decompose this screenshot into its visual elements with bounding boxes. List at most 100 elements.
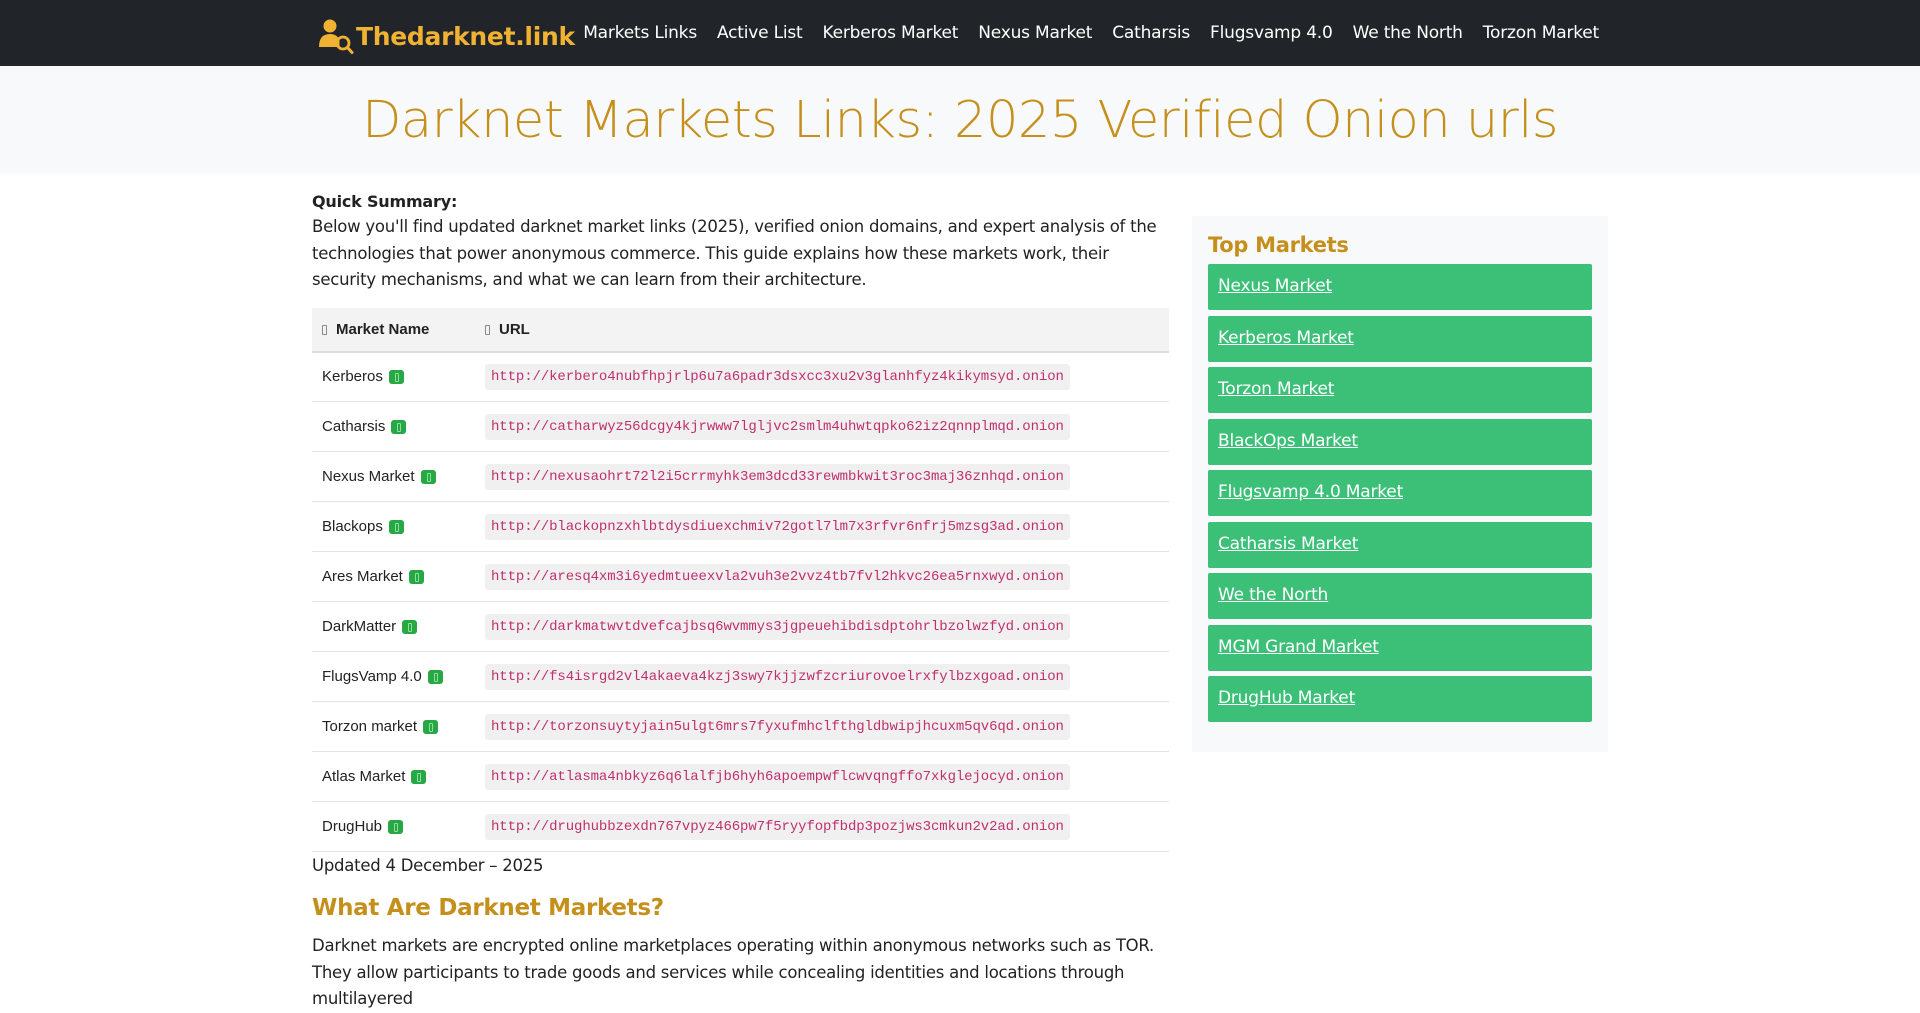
market-name: DarkMatter (322, 618, 397, 635)
sidebar-title: Top Markets (1208, 233, 1349, 257)
url-cell: http://darkmatwvtdvefcajbsq6wvmmys3jgpeu… (475, 601, 1169, 652)
top-markets-sidebar: Top Markets Nexus Market Kerberos Market… (1192, 216, 1608, 752)
nav-menu: Markets Links Active List Kerberos Marke… (563, 0, 1599, 66)
market-name: FlugsVamp 4.0 (322, 668, 422, 685)
market-name: Nexus Market (322, 468, 415, 485)
nav-link-we-the-north[interactable]: We the North (1353, 23, 1463, 43)
nav-link-flugsvamp[interactable]: Flugsvamp 4.0 (1210, 23, 1333, 43)
url-cell: http://kerbero4nubfhpjrlp6u7a6padr3dsxcc… (475, 351, 1169, 402)
market-name: Blackops (322, 518, 383, 535)
column-header-label: URL (499, 320, 530, 338)
market-name-cell: Catharsis (312, 401, 475, 452)
sidebar-link-kerberos-market[interactable]: Kerberos Market (1208, 315, 1592, 362)
sidebar-link-blackops-market[interactable]: BlackOps Market (1208, 418, 1592, 465)
market-name-cell: FlugsVamp 4.0 (312, 651, 475, 702)
verified-badge-icon (388, 520, 404, 535)
url-cell: http://torzonsuytyjain5ulgt6mrs7fyxufmhc… (475, 701, 1169, 752)
verified-badge-icon (391, 420, 407, 435)
verified-badge-icon (388, 370, 404, 385)
sidebar-link-nexus-market[interactable]: Nexus Market (1208, 264, 1592, 310)
url-cell: http://fs4isrgd2vl4akaeva4kzj3swy7kjjzwf… (475, 651, 1169, 702)
nav-link-markets-links[interactable]: Markets Links (583, 23, 697, 43)
sidebar-link-flugsvamp-market[interactable]: Flugsvamp 4.0 Market (1208, 470, 1592, 516)
table-row: Nexus Market http://nexusaohrt72l2i5crrm… (312, 451, 1169, 502)
verified-badge-icon (423, 720, 439, 735)
summary-label: Quick Summary: (312, 192, 458, 211)
url-cell: http://blackopnzxhlbtdysdiuexchmiv72gotl… (475, 501, 1169, 552)
url-cell: http://nexusaohrt72l2i5crrmyhk3em3dcd33r… (475, 451, 1169, 502)
summary-text: Below you'll find updated darknet market… (312, 217, 1157, 289)
market-name-cell: Kerberos (312, 351, 475, 402)
market-name: Atlas Market (322, 768, 406, 785)
onion-url[interactable]: http://blackopnzxhlbtdysdiuexchmiv72gotl… (485, 513, 1070, 540)
sidebar-link-drughub-market[interactable]: DrugHub Market (1208, 676, 1592, 722)
table-row: Atlas Market http://atlasma4nbkyz6q6lalf… (312, 751, 1169, 802)
onion-url[interactable]: http://drughubbzexdn767vpyz466pw7f5ryyfo… (485, 813, 1070, 840)
nav-link-torzon-market[interactable]: Torzon Market (1483, 23, 1599, 43)
market-name-cell: Blackops (312, 501, 475, 552)
section-text: Darknet markets are encrypted online mar… (312, 936, 1155, 1008)
table-row: Kerberos http://kerbero4nubfhpjrlp6u7a6p… (312, 351, 1169, 402)
verified-badge-icon (420, 470, 436, 485)
url-cell: http://atlasma4nbkyz6q6lalfjb6hyh6apoemp… (475, 751, 1169, 802)
hero-banner: Darknet Markets Links: 2025 Verified Oni… (0, 66, 1920, 174)
column-header-label: Market Name (336, 320, 430, 338)
markets-table: Market Name URL Kerberos http://kerbero4… (312, 307, 1169, 852)
verified-badge-icon (411, 770, 427, 785)
table-row: Torzon market http://torzonsuytyjain5ulg… (312, 701, 1169, 752)
url-cell: http://catharwyz56dcgy4kjrwww7lgljvc2sml… (475, 401, 1169, 452)
user-search-icon (318, 17, 354, 55)
sort-icon (485, 324, 490, 335)
brand-link[interactable]: Thedarknet.link (318, 17, 575, 55)
sort-icon (322, 324, 327, 335)
column-header-url[interactable]: URL (475, 307, 1169, 353)
nav-link-nexus-market[interactable]: Nexus Market (978, 23, 1092, 43)
market-name-cell: DrugHub (312, 801, 475, 852)
market-name-cell: DarkMatter (312, 601, 475, 652)
updated-date: Updated 4 December – 2025 (312, 856, 544, 875)
market-name: DrugHub (322, 818, 383, 835)
verified-badge-icon (402, 620, 418, 635)
market-name: Ares Market (322, 568, 403, 585)
url-cell: http://aresq4xm3i6yedmtueexvla2vuh3e2vvz… (475, 551, 1169, 602)
verified-badge-icon (408, 570, 424, 585)
table-header-row: Market Name URL (312, 307, 1169, 353)
sidebar-link-we-the-north[interactable]: We the North (1208, 573, 1592, 619)
verified-badge-icon (388, 820, 404, 835)
brand-name: Thedarknet.link (356, 21, 575, 51)
table-row: DrugHub http://drughubbzexdn767vpyz466pw… (312, 801, 1169, 852)
nav-link-catharsis[interactable]: Catharsis (1112, 23, 1190, 43)
onion-url[interactable]: http://catharwyz56dcgy4kjrwww7lgljvc2sml… (485, 413, 1070, 440)
page-title: Darknet Markets Links: 2025 Verified Oni… (362, 90, 1558, 150)
table-row: Catharsis http://catharwyz56dcgy4kjrwww7… (312, 401, 1169, 452)
table-row: DarkMatter http://darkmatwvtdvefcajbsq6w… (312, 601, 1169, 652)
market-name-cell: Ares Market (312, 551, 475, 602)
onion-url[interactable]: http://nexusaohrt72l2i5crrmyhk3em3dcd33r… (485, 463, 1070, 490)
market-name-cell: Atlas Market (312, 751, 475, 802)
column-header-market-name[interactable]: Market Name (312, 307, 475, 353)
onion-url[interactable]: http://kerbero4nubfhpjrlp6u7a6padr3dsxcc… (485, 363, 1070, 390)
market-name: Kerberos (322, 368, 383, 386)
market-name-cell: Torzon market (312, 701, 475, 752)
market-name: Torzon market (322, 718, 418, 735)
verified-badge-icon (427, 670, 443, 685)
market-name: Catharsis (322, 418, 386, 435)
nav-link-kerberos-market[interactable]: Kerberos Market (823, 23, 959, 43)
onion-url[interactable]: http://darkmatwvtdvefcajbsq6wvmmys3jgpeu… (485, 613, 1070, 640)
nav-link-active-list[interactable]: Active List (717, 23, 803, 43)
onion-url[interactable]: http://aresq4xm3i6yedmtueexvla2vuh3e2vvz… (485, 563, 1070, 590)
onion-url[interactable]: http://fs4isrgd2vl4akaeva4kzj3swy7kjjzwf… (485, 663, 1070, 690)
sidebar-link-catharsis-market[interactable]: Catharsis Market (1208, 521, 1592, 568)
sidebar-link-torzon-market[interactable]: Torzon Market (1208, 367, 1592, 413)
url-cell: http://drughubbzexdn767vpyz466pw7f5ryyfo… (475, 801, 1169, 852)
market-name-cell: Nexus Market (312, 451, 475, 502)
onion-url[interactable]: http://torzonsuytyjain5ulgt6mrs7fyxufmhc… (485, 713, 1070, 740)
table-row: FlugsVamp 4.0 http://fs4isrgd2vl4akaeva4… (312, 651, 1169, 702)
table-row: Blackops http://blackopnzxhlbtdysdiuexch… (312, 501, 1169, 552)
table-row: Ares Market http://aresq4xm3i6yedmtueexv… (312, 551, 1169, 602)
section-heading: What Are Darknet Markets? (312, 895, 664, 921)
sidebar-link-mgm-grand-market[interactable]: MGM Grand Market (1208, 624, 1592, 671)
navbar: Thedarknet.link Markets Links Active Lis… (0, 0, 1920, 66)
main-content: Quick Summary: Below you'll find updated… (312, 190, 1169, 1013)
onion-url[interactable]: http://atlasma4nbkyz6q6lalfjb6hyh6apoemp… (485, 763, 1070, 790)
